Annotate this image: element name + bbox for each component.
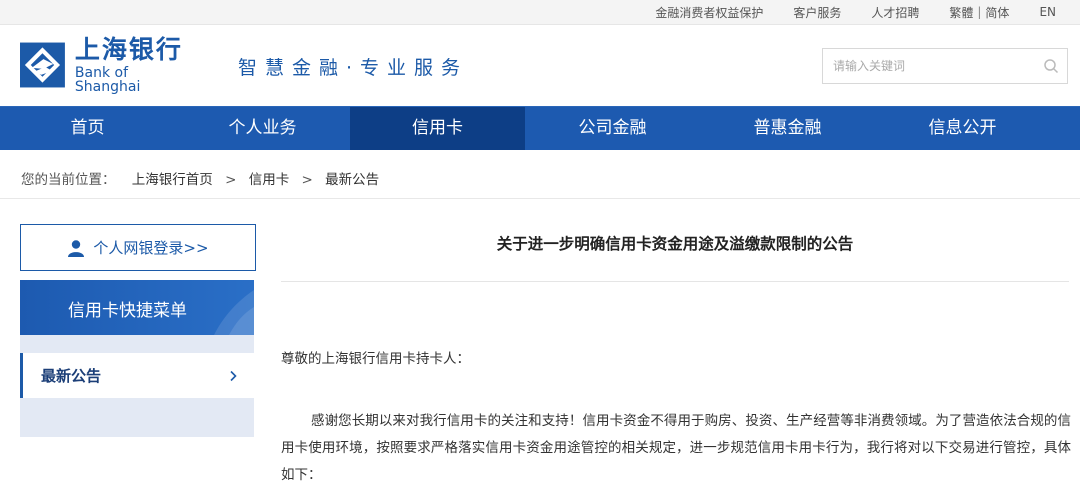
breadcrumb-current: 最新公告 [325,172,380,188]
language-separator: | [977,5,982,19]
article-paragraph: 感谢您长期以来对我行信用卡的关注和支持！信用卡资金不得用于购房、投资、生产经营等… [281,413,1071,483]
logo-wordmark: 上海银行 Bank of Shanghai [75,37,195,94]
user-icon [68,239,85,257]
chevron-right-icon [230,370,237,381]
customer-service-link[interactable]: 客户服务 [793,4,841,21]
article-title: 关于进一步明确信用卡资金用途及溢缴款限制的公告 [496,235,854,253]
quick-menu-title: 信用卡快捷菜单 [68,301,187,321]
breadcrumb-credit-card-link[interactable]: 信用卡 [249,172,290,188]
breadcrumb-home-link[interactable]: 上海银行首页 [132,172,213,188]
site-header: 上海银行 Bank of Shanghai 智慧金融·专业服务 [0,25,1080,106]
nav-credit-card[interactable]: 信用卡 [350,107,525,150]
search-box [822,48,1068,84]
logo-english-name: Bank of Shanghai [74,64,141,95]
slogan: 智慧金融·专业服务 [238,57,469,79]
nav-inclusive-finance[interactable]: 普惠金融 [700,107,875,150]
careers-link[interactable]: 人才招聘 [871,4,919,21]
english-link[interactable]: EN [1039,5,1056,19]
nav-home[interactable]: 首页 [0,107,175,150]
breadcrumb: 您的当前位置： 上海银行首页 > 信用卡 > 最新公告 [21,168,379,188]
breadcrumb-separator: > [301,172,313,188]
logo-chinese-name: 上海银行 [74,34,183,64]
login-button-label: 个人网银登录>> [93,239,209,257]
personal-online-banking-login-button[interactable]: 个人网银登录>> [20,224,256,271]
article-salutation: 尊敬的上海银行信用卡持卡人： [281,351,470,367]
nav-personal-banking[interactable]: 个人业务 [175,107,350,150]
search-icon[interactable] [1043,58,1059,74]
consumer-protection-link[interactable]: 金融消费者权益保护 [655,4,763,21]
breadcrumb-separator: > [225,172,237,188]
sidebar-menu: 最新公告 [20,335,254,437]
bank-logo-icon [20,42,65,88]
nav-corporate-finance[interactable]: 公司金融 [525,107,700,150]
decorative-swoosh-icon [214,290,254,335]
top-utility-bar: 金融消费者权益保护 客户服务 人才招聘 繁體 | 简体 EN [0,0,1080,25]
quick-menu-header: 信用卡快捷菜单 [20,280,254,335]
breadcrumb-label: 您的当前位置： [21,172,116,188]
top-links: 金融消费者权益保护 客户服务 人才招聘 繁體 | 简体 EN [625,0,1056,24]
breadcrumb-divider [0,198,1080,199]
main-nav: 首页 个人业务 信用卡 公司金融 普惠金融 信息公开 [0,106,1080,150]
article-divider [281,281,1069,282]
language-switch: 繁體 | 简体 [949,4,1009,21]
bank-logo[interactable]: 上海银行 Bank of Shanghai [20,37,195,94]
traditional-chinese-link[interactable]: 繁體 [949,4,973,21]
nav-information-disclosure[interactable]: 信息公开 [875,107,1050,150]
sidebar-item-latest-announcements[interactable]: 最新公告 [20,353,254,398]
simplified-chinese-link[interactable]: 简体 [985,4,1009,21]
sidebar-item-label: 最新公告 [41,367,102,385]
search-input[interactable] [823,49,1043,83]
